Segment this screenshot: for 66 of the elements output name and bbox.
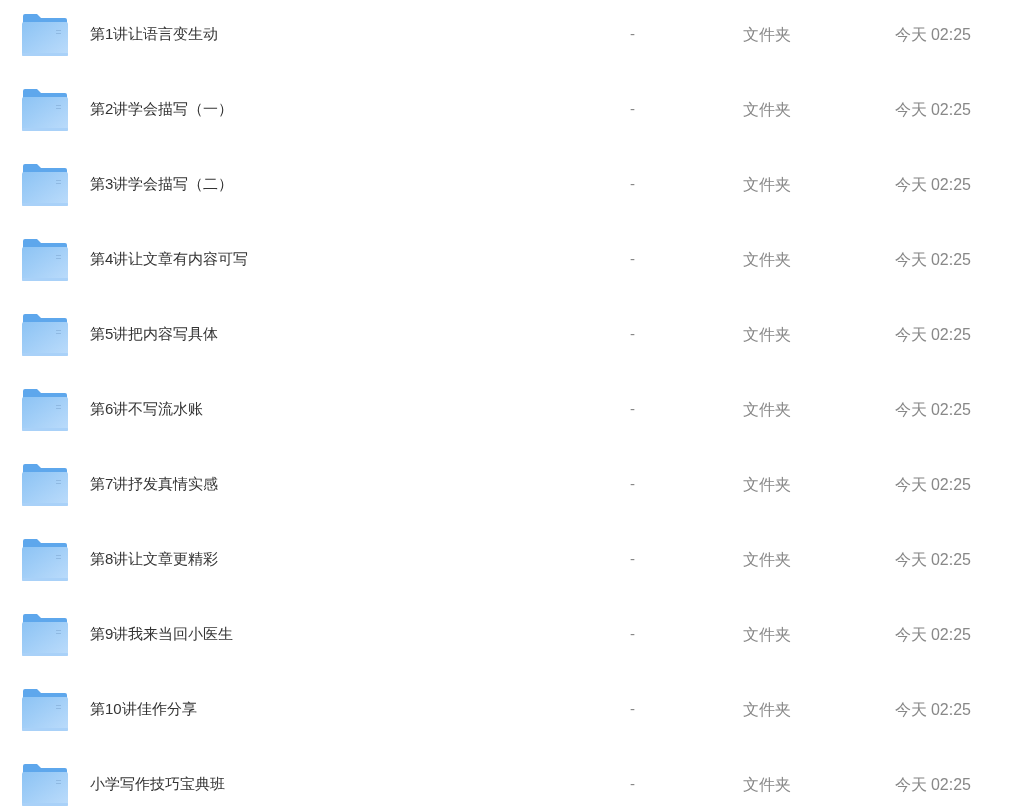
modified-time: 今天 02:25: [893, 774, 971, 795]
folder-name[interactable]: 第2讲学会描写（一）: [90, 98, 630, 121]
file-type: 文件夹: [743, 699, 792, 720]
modified-time: 今天 02:25: [893, 624, 971, 645]
folder-name[interactable]: 第1讲让语言变生动: [90, 23, 630, 46]
file-size: -: [630, 324, 636, 345]
modified-time: 今天 02:25: [893, 324, 971, 345]
file-size: -: [630, 399, 636, 420]
folder-name[interactable]: 第5讲把内容写具体: [90, 323, 630, 346]
file-row[interactable]: 第8讲让文章更精彩 - 文件夹 今天 02:25: [0, 522, 1011, 597]
file-row[interactable]: 小学写作技巧宝典班 - 文件夹 今天 02:25: [0, 747, 1011, 810]
folder-icon: [22, 163, 68, 206]
file-row[interactable]: 第5讲把内容写具体 - 文件夹 今天 02:25: [0, 297, 1011, 372]
file-type: 文件夹: [743, 774, 792, 795]
file-size: -: [630, 699, 636, 720]
file-row[interactable]: 第4讲让文章有内容可写 - 文件夹 今天 02:25: [0, 222, 1011, 297]
file-type: 文件夹: [743, 549, 792, 570]
modified-time: 今天 02:25: [893, 24, 971, 45]
folder-icon: [22, 388, 68, 431]
file-size: -: [630, 249, 636, 270]
folder-icon: [22, 688, 68, 731]
file-type: 文件夹: [743, 99, 792, 120]
file-type: 文件夹: [743, 324, 792, 345]
file-size: -: [630, 24, 636, 45]
file-row[interactable]: 第7讲抒发真情实感 - 文件夹 今天 02:25: [0, 447, 1011, 522]
file-row[interactable]: 第10讲佳作分享 - 文件夹 今天 02:25: [0, 672, 1011, 747]
folder-name[interactable]: 第3讲学会描写（二）: [90, 173, 630, 196]
modified-time: 今天 02:25: [893, 249, 971, 270]
file-size: -: [630, 99, 636, 120]
file-row[interactable]: 第6讲不写流水账 - 文件夹 今天 02:25: [0, 372, 1011, 447]
folder-name[interactable]: 第4讲让文章有内容可写: [90, 248, 630, 271]
folder-icon: [22, 613, 68, 656]
modified-time: 今天 02:25: [893, 474, 971, 495]
folder-icon: [22, 88, 68, 131]
file-type: 文件夹: [743, 399, 792, 420]
folder-name[interactable]: 第7讲抒发真情实感: [90, 473, 630, 496]
modified-time: 今天 02:25: [893, 174, 971, 195]
file-size: -: [630, 474, 636, 495]
folder-icon: [22, 463, 68, 506]
file-size: -: [630, 549, 636, 570]
folder-icon: [22, 313, 68, 356]
modified-time: 今天 02:25: [893, 99, 971, 120]
file-row[interactable]: 第2讲学会描写（一） - 文件夹 今天 02:25: [0, 72, 1011, 147]
folder-icon: [22, 538, 68, 581]
folder-name[interactable]: 第8讲让文章更精彩: [90, 548, 630, 571]
file-row[interactable]: 第9讲我来当回小医生 - 文件夹 今天 02:25: [0, 597, 1011, 672]
file-size: -: [630, 174, 636, 195]
folder-name[interactable]: 第9讲我来当回小医生: [90, 623, 630, 646]
file-size: -: [630, 774, 636, 795]
folder-icon: [22, 238, 68, 281]
file-size: -: [630, 624, 636, 645]
file-row[interactable]: 第3讲学会描写（二） - 文件夹 今天 02:25: [0, 147, 1011, 222]
folder-icon: [22, 763, 68, 806]
folder-name[interactable]: 小学写作技巧宝典班: [90, 773, 630, 796]
file-row[interactable]: 第1讲让语言变生动 - 文件夹 今天 02:25: [0, 0, 1011, 72]
file-type: 文件夹: [743, 474, 792, 495]
file-type: 文件夹: [743, 174, 792, 195]
file-type: 文件夹: [743, 624, 792, 645]
folder-icon: [22, 13, 68, 56]
modified-time: 今天 02:25: [893, 699, 971, 720]
file-type: 文件夹: [743, 24, 792, 45]
folder-name[interactable]: 第10讲佳作分享: [90, 698, 630, 721]
file-type: 文件夹: [743, 249, 792, 270]
modified-time: 今天 02:25: [893, 399, 971, 420]
modified-time: 今天 02:25: [893, 549, 971, 570]
folder-name[interactable]: 第6讲不写流水账: [90, 398, 630, 421]
